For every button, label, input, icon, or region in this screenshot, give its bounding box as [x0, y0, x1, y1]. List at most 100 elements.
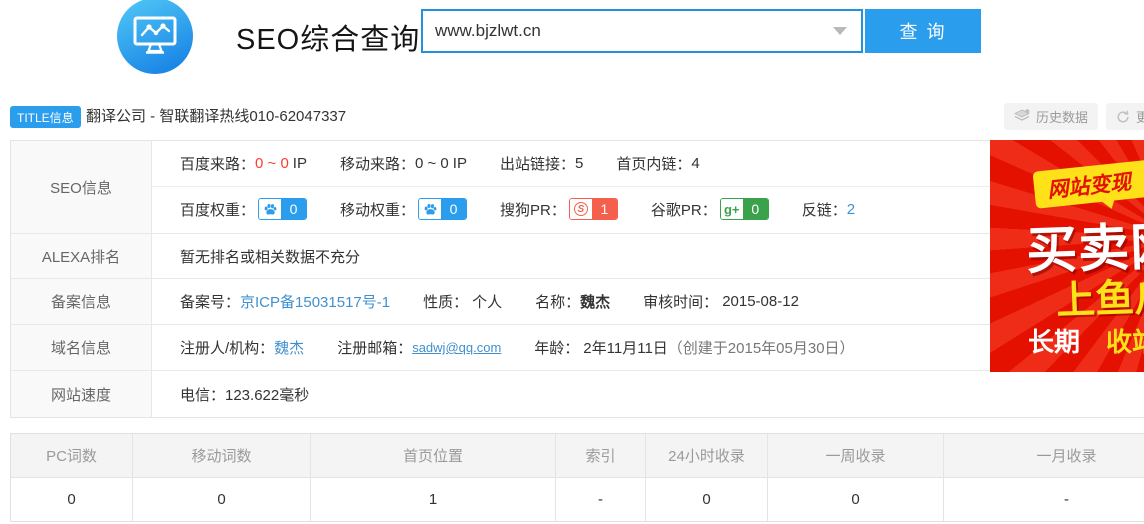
col-header-pc-words: PC词数 [11, 434, 132, 477]
sogou-pr-label: 搜狗PR： [500, 199, 566, 220]
domain-email: 注册邮箱： sadwj@qq.com [337, 337, 501, 358]
value-homepage-position: 1 [310, 478, 555, 521]
google-pr-badge[interactable]: g+ 0 [720, 198, 769, 220]
value-month-collect: - [943, 478, 1144, 521]
col-header-month-collect: 一月收录 [943, 434, 1144, 477]
icp-audit-label: 审核时间： [643, 291, 718, 312]
refresh-data-label: 更新数据 [1136, 107, 1144, 126]
value-mobile-words: 0 [132, 478, 310, 521]
col-header-index: 索引 [555, 434, 645, 477]
domain-registrant: 注册人/机构： 魏杰 [180, 337, 304, 358]
ad-bubble-text: 网站变现 [1032, 156, 1144, 208]
icp-row: 备案信息 备案号： 京ICP备15031517号-1 性质： 个人 名称： 魏杰… [11, 278, 1144, 324]
mobile-weight-label: 移动权重： [340, 199, 415, 220]
domain-age: 年龄： 2年11月11日 （创建于2015年05月30日） [534, 337, 854, 358]
mobile-traffic-unit: IP [453, 155, 467, 172]
row-label-alexa: ALEXA排名 [11, 234, 152, 278]
domain-row: 域名信息 注册人/机构： 魏杰 注册邮箱： sadwj@qq.com 年龄： 2… [11, 324, 1144, 370]
homepage-inner-links-value: 4 [691, 155, 699, 172]
sogou-pr: 搜狗PR： S 1 [500, 198, 618, 220]
icp-name-label: 名称： [535, 291, 580, 312]
mobile-weight: 移动权重： 0 [340, 198, 467, 220]
outbound-links-value: 5 [575, 155, 583, 172]
ad-subline: 上鱼爪 [1055, 266, 1144, 326]
seo-info-row: SEO信息 百度来路： 0 ~ 0 IP 移动来路： 0 ~ 0 IP 出站链接… [11, 141, 1144, 233]
seo-query-page: SEO综合查询 查 询 TITLE信息 翻译公司 - 智联翻译热线010-620… [0, 0, 1144, 524]
icp-number: 备案号： 京ICP备15031517号-1 [180, 291, 390, 312]
search-box [421, 9, 863, 53]
mobile-weight-value: 0 [441, 199, 466, 219]
google-pr: 谷歌PR： g+ 0 [651, 198, 769, 220]
domain-registrant-label: 注册人/机构： [180, 337, 274, 358]
history-data-button[interactable]: 历史数据 [1004, 103, 1098, 130]
baidu-traffic-label: 百度来路： [180, 153, 255, 174]
mobile-traffic: 移动来路： 0 ~ 0 IP [340, 153, 467, 174]
value-index: - [555, 478, 645, 521]
domain-age-label: 年龄： [534, 337, 579, 358]
ad-footline-yellow: 收站 [1106, 327, 1144, 357]
app-title: SEO综合查询 [236, 16, 420, 58]
speed-row: 网站速度 电信：123.622毫秒 [11, 370, 1144, 417]
row-label-seo: SEO信息 [11, 141, 152, 233]
icp-number-label: 备案号： [180, 291, 240, 312]
baidu-weight-value: 0 [281, 199, 306, 219]
domain-email-label: 注册邮箱： [337, 337, 412, 358]
icp-nature-value: 个人 [472, 291, 502, 312]
sogou-icon: S [574, 202, 588, 216]
row-label-speed: 网站速度 [11, 371, 152, 417]
baidu-weight-badge[interactable]: 0 [258, 198, 307, 220]
refresh-icon [1116, 110, 1130, 124]
mobile-traffic-label: 移动来路： [340, 153, 415, 174]
outbound-links: 出站链接： 5 [500, 153, 583, 174]
row-label-icp: 备案信息 [11, 279, 152, 324]
baidu-traffic: 百度来路： 0 ~ 0 IP [180, 153, 307, 174]
google-plus-icon: g+ [724, 202, 740, 217]
title-info-badge: TITLE信息 [10, 106, 81, 128]
ad-banner[interactable]: 网站变现 买卖网站 上鱼爪 长期收站 [990, 140, 1144, 372]
icp-name-value: 魏杰 [580, 291, 610, 312]
baidu-traffic-unit: IP [293, 155, 307, 172]
domain-email-value[interactable]: sadwj@qq.com [412, 340, 501, 355]
sogou-pr-value: 1 [592, 199, 617, 219]
query-button[interactable]: 查 询 [865, 9, 981, 53]
homepage-inner-links-label: 首页内链： [616, 153, 691, 174]
value-pc-words: 0 [11, 478, 132, 521]
monitor-chart-icon [132, 15, 178, 57]
value-24h-collect: 0 [645, 478, 767, 521]
collect-header-row: PC词数 移动词数 首页位置 索引 24小时收录 一周收录 一月收录 [11, 434, 1144, 477]
search-input[interactable] [423, 11, 833, 51]
refresh-data-button[interactable]: 更新数据 [1106, 103, 1144, 130]
row-label-domain: 域名信息 [11, 325, 152, 370]
ad-footline-white: 长期 [1028, 327, 1080, 357]
baidu-paw-icon [263, 202, 278, 217]
value-week-collect: 0 [767, 478, 943, 521]
backlinks-value[interactable]: 2 [847, 201, 855, 218]
layers-icon [1014, 109, 1030, 124]
baidu-weight: 百度权重： 0 [180, 198, 307, 220]
seo-info-table: SEO信息 百度来路： 0 ~ 0 IP 移动来路： 0 ~ 0 IP 出站链接… [10, 140, 1144, 418]
mobile-weight-badge[interactable]: 0 [418, 198, 467, 220]
baidu-mobile-paw-icon [423, 202, 438, 217]
col-header-homepage-position: 首页位置 [310, 434, 555, 477]
ad-footline: 长期收站 [1028, 322, 1144, 359]
col-header-24h-collect: 24小时收录 [645, 434, 767, 477]
site-title-text: 翻译公司 - 智联翻译热线010-62047337 [86, 106, 346, 128]
app-logo [117, 0, 193, 74]
domain-registrant-value[interactable]: 魏杰 [274, 337, 304, 358]
icp-audit-value: 2015-08-12 [722, 293, 799, 310]
alexa-row: ALEXA排名 暂无排名或相关数据不充分 [11, 233, 1144, 278]
baidu-weight-label: 百度权重： [180, 199, 255, 220]
col-header-mobile-words: 移动词数 [132, 434, 310, 477]
icp-audit-time: 审核时间： 2015-08-12 [643, 291, 799, 312]
google-pr-label: 谷歌PR： [651, 199, 717, 220]
google-pr-value: 0 [743, 199, 768, 219]
collect-value-row: 0 0 1 - 0 0 - [11, 477, 1144, 521]
domain-created-note: （创建于2015年05月30日） [668, 337, 855, 358]
dropdown-arrow-icon[interactable] [833, 27, 847, 35]
icp-number-value[interactable]: 京ICP备15031517号-1 [240, 291, 390, 312]
history-data-label: 历史数据 [1036, 107, 1088, 126]
sogou-pr-badge[interactable]: S 1 [569, 198, 618, 220]
backlinks: 反链： 2 [802, 199, 855, 220]
backlinks-label: 反链： [802, 199, 847, 220]
alexa-value: 暂无排名或相关数据不充分 [180, 246, 360, 267]
